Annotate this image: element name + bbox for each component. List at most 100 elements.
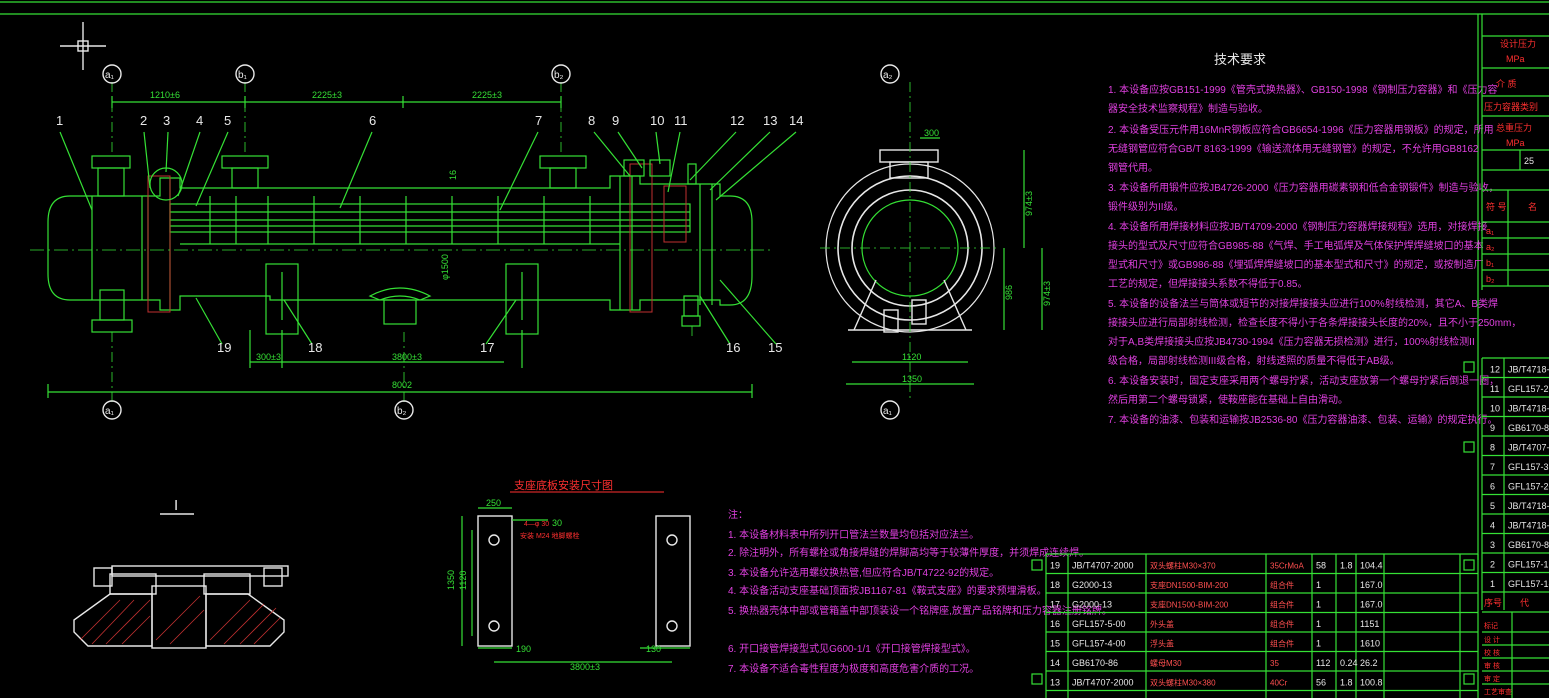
bp-bolt-note: 4—φ 30 bbox=[524, 521, 549, 528]
bp-cell-code: JB/T4707-2000 bbox=[1072, 678, 1134, 688]
rp-row-no: 11 bbox=[1490, 384, 1499, 394]
dim-3800: 3800±3 bbox=[392, 352, 422, 362]
rp-row-no: 4 bbox=[1490, 521, 1495, 531]
bp-cell-qty: 1 bbox=[1316, 580, 1321, 590]
nozzle-mark-b2-bottom: b₂ bbox=[397, 406, 407, 417]
sig-approve: 审 定 bbox=[1484, 674, 1500, 683]
balloon-9: 9 bbox=[612, 113, 619, 128]
base-plate-diagram: 支座底板安装尺寸图 250 30 1350 1120 190 3800±3 13… bbox=[446, 478, 691, 672]
parts-list-right: 12 JB/T4718-9 11 GFL157-2 10 JB/T4718-9 9 GB617… bbox=[1463, 357, 1549, 610]
rp-row-no: 7 bbox=[1490, 462, 1495, 472]
balloon-1: 1 bbox=[56, 113, 63, 128]
rp-row-no: 10 bbox=[1490, 404, 1500, 414]
bp-cell-w2: 167.0 bbox=[1360, 580, 1383, 590]
rp-row-code: GFL157-2 bbox=[1508, 384, 1549, 394]
balloon-12: 12 bbox=[730, 113, 744, 128]
tech-line-12: 接接头应进行局部射线检测，检查长度不得小于各条焊接接头长度的20%，且不小于25… bbox=[1108, 316, 1521, 329]
dt-design-pressure: 设计压力 bbox=[1500, 38, 1536, 49]
rp-row-no: 8 bbox=[1490, 443, 1495, 453]
end-dim-974-a: 974±3 bbox=[1024, 191, 1034, 216]
dt-code-b1: b₁ bbox=[1486, 258, 1494, 268]
dim-2225-b: 2225±3 bbox=[472, 90, 502, 100]
sig-mark: 标记 bbox=[1484, 621, 1498, 630]
dim-1210: 1210±6 bbox=[150, 90, 180, 100]
end-dim-1350: 1350 bbox=[902, 374, 922, 384]
section-I-detail: I bbox=[73, 497, 289, 649]
rp-row-no: 1 bbox=[1490, 579, 1495, 589]
note-4: 4. 本设备活动支座基础顶面按JB1167-81《鞍式支座》的要求预埋滑板。 bbox=[728, 584, 1047, 597]
nozzle-mark-a1-bottom: a₁ bbox=[105, 406, 115, 417]
tech-line-7: 4. 本设备所用焊接材料应按JB/T4709-2000《钢制压力容器焊接规程》选… bbox=[1108, 220, 1488, 233]
bp-dim-1120: 1120 bbox=[458, 571, 468, 590]
balloon-15: 15 bbox=[768, 340, 782, 355]
dt-symbol-head: 符 号 bbox=[1486, 201, 1507, 212]
nozzle-mark-a1-end: a₁ bbox=[883, 406, 893, 417]
dt-mpa-2: MPa bbox=[1506, 138, 1525, 148]
bp-bolt-note2: 安装 M24 地脚螺栓 bbox=[520, 531, 580, 540]
bp-cell-w1: 0.24 bbox=[1340, 658, 1358, 668]
bp-cell-mat: 35CrMoA bbox=[1270, 562, 1304, 571]
dt-code-b2: b₂ bbox=[1486, 274, 1495, 284]
rp-row-code: JB/T4718-9 bbox=[1508, 501, 1549, 511]
bp-cell-name: 外头盖 bbox=[1150, 619, 1174, 629]
dim-8002: 8002 bbox=[392, 380, 412, 390]
rp-row-no: 6 bbox=[1490, 482, 1495, 492]
bp-cell-mat: 组合件 bbox=[1270, 580, 1294, 590]
balloon-17: 17 bbox=[480, 340, 494, 355]
base-plate-title: 支座底板安装尺寸图 bbox=[514, 478, 613, 492]
bp-cell-qty: 56 bbox=[1316, 678, 1326, 688]
sig-check: 校 核 bbox=[1484, 648, 1500, 657]
note-2: 2. 除注明外，所有螺栓或角接焊缝的焊脚高均等于较薄件厚度，并须焊成连续焊。 bbox=[728, 546, 1089, 559]
rp-head-code: 代 bbox=[1520, 598, 1529, 608]
balloon-14: 14 bbox=[789, 113, 803, 128]
nozzle-mark-b1: b₁ bbox=[238, 70, 248, 81]
rp-row-no: 5 bbox=[1490, 501, 1495, 511]
parts-list-bottom: 19 JB/T4707-2000 双头螺柱M30×370 35CrMoA 58 1.8 10… bbox=[1031, 553, 1479, 698]
bp-cell-code: GFL157-4-00 bbox=[1072, 639, 1126, 649]
sig-process: 工艺审查 bbox=[1484, 687, 1512, 696]
tech-line-9: 型式和尺寸》或GB986-88《埋弧焊焊缝坡口的基本型式和尺寸》的规定，或按制造… bbox=[1108, 258, 1484, 271]
tech-line-10: 工艺的规定，但焊接接头系数不得低于0.85。 bbox=[1108, 277, 1307, 290]
bp-cell-qty: 1 bbox=[1316, 639, 1321, 649]
dim-2225-a: 2225±3 bbox=[312, 90, 342, 100]
bp-cell-name: 浮头盖 bbox=[1150, 639, 1174, 649]
note-6: 6. 开口接管焊接型式见G600-1/1《开口接管焊接型式》。 bbox=[728, 642, 976, 655]
bp-cell-w2: 167.0 bbox=[1360, 600, 1383, 610]
tech-line-11: 5. 本设备的设备法兰与筒体或短节的对接焊接接头应进行100%射线检测，其它A、… bbox=[1108, 297, 1498, 310]
tech-line-1: 器安全技术监察规程》制造与验收。 bbox=[1108, 102, 1268, 115]
tech-line-14: 级合格，局部射线检测III级合格，射线透照的质量不得低于AB级。 bbox=[1108, 354, 1400, 367]
nozzle-marks: a₁ b₁ b₂ a₁ b₂ a₂ a₁ bbox=[102, 64, 900, 420]
main-dimensions: 1210±6 2225±3 2225±3 300±3 3800±3 8002 φ… bbox=[150, 90, 502, 390]
bp-cell-qty: 1 bbox=[1316, 600, 1321, 610]
bp-cell-code: GB6170-86 bbox=[1072, 658, 1118, 668]
rp-row-code: GB6170-86 bbox=[1508, 423, 1549, 433]
rp-row-code: GFL157-1 bbox=[1508, 560, 1549, 570]
rp-row-no: 12 bbox=[1490, 365, 1500, 375]
balloon-6: 6 bbox=[369, 113, 376, 128]
rp-row-no: 9 bbox=[1490, 423, 1495, 433]
bp-cell-qty: 1 bbox=[1316, 619, 1321, 629]
rp-row-code: JB/T4718-9 bbox=[1508, 404, 1549, 414]
bp-dim-30: 30 bbox=[552, 518, 562, 528]
bp-dim-1350: 1350 bbox=[446, 570, 456, 590]
notes-title: 注： bbox=[728, 508, 748, 521]
rp-head-no: 序号 bbox=[1484, 597, 1502, 608]
shell-outline bbox=[47, 175, 753, 311]
nozzle-mark-b2-top: b₂ bbox=[554, 70, 564, 81]
bp-cell-w2: 26.2 bbox=[1360, 658, 1378, 668]
drawing-svg: 1 2 3 4 5 6 7 8 9 10 11 12 13 14 15 16 1… bbox=[0, 1, 1549, 698]
note-7: 7. 本设备不适合毒性程度为极度和高度危害介质的工况。 bbox=[728, 662, 979, 675]
bp-cell-no: 18 bbox=[1050, 580, 1060, 590]
cad-drawing-canvas[interactable]: { "balloons": ["1","2","3","4","5","6","… bbox=[0, 0, 1549, 698]
tech-line-15: 6. 本设备安装时，固定支座采用两个螺母拧紧，活动支座放第一个螺母拧紧后倒退一圈… bbox=[1108, 374, 1499, 387]
bp-cell-w2: 1610 bbox=[1360, 639, 1380, 649]
bp-cell-mat: 40Cr bbox=[1270, 679, 1288, 688]
balloon-2: 2 bbox=[140, 113, 147, 128]
tech-line-6: 锻件级别为II级。 bbox=[1108, 200, 1184, 213]
bp-cell-w2: 100.8 bbox=[1360, 678, 1383, 688]
bp-cell-no: 16 bbox=[1050, 619, 1060, 629]
bp-cell-no: 14 bbox=[1050, 658, 1060, 668]
section-mark: I bbox=[174, 497, 178, 514]
balloon-11: 11 bbox=[674, 113, 688, 128]
part-balloons: 1 2 3 4 5 6 7 8 9 10 11 12 13 14 15 16 1… bbox=[56, 113, 803, 355]
